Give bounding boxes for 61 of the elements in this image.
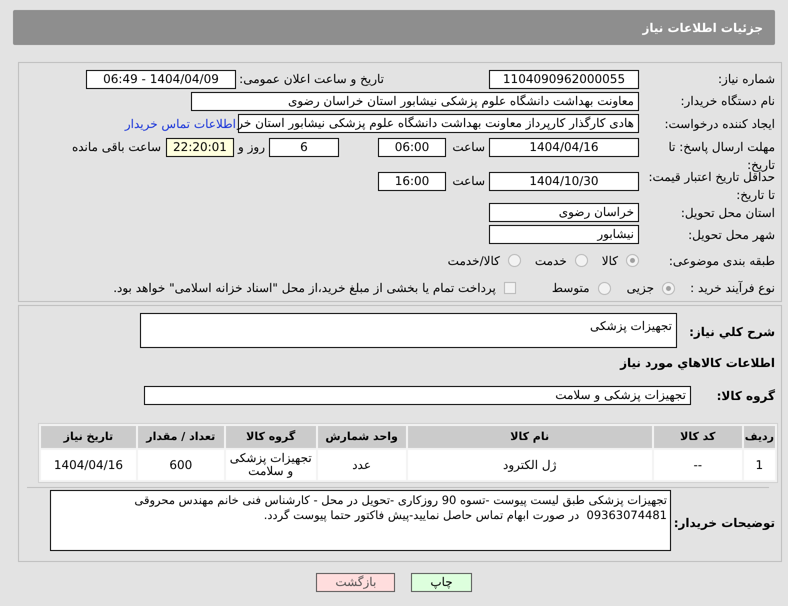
radio-label: خدمت [534,252,567,270]
days-label: روز و [236,138,266,156]
field-label: شهر محل تحویل: [687,226,776,244]
section-title: اطلاعات کالاهاي مورد نياز [618,355,776,372]
column-header: تعداد / مقدار [138,426,224,448]
field-label: مهلت ارسال پاسخ: تا تاریخ: [667,138,776,172]
deadline-time-field[interactable]: 06:00 [378,138,446,157]
buyer-notes-field[interactable]: تجهیزات پزشکی طبق لیست پیوست -تسوه 90 روزکاری -تحویل در محل - کارشناس فنی خانم مهندس محروقی 09363074481 در صورت ابهام تماس حاصل نمایید-پیش فاکتور حتما پیوست گردد. [50,490,671,551]
announce-date-field[interactable]: 1404/04/09 - 06:49 [86,70,236,89]
field-label: طبقه بندی موضوعی: [668,252,776,270]
radio-button[interactable] [662,282,675,295]
deadline-date-field[interactable]: 1404/04/16 [489,138,639,157]
radio-button[interactable] [508,254,521,268]
city-field[interactable]: نیشابور [489,225,639,244]
page-title: جزئیات اطلاعات نیاز [642,20,763,36]
radio-button[interactable] [574,254,588,268]
print-button[interactable]: چاپ [411,573,472,592]
column-header: کد کالا [654,426,742,448]
goods-group-field[interactable]: تجهیزات پزشکی و سلامت [144,386,691,405]
remaining-label: ساعت باقی مانده [72,138,162,156]
field-label: شرح کلي نياز: [688,324,776,341]
remaining-time-field[interactable]: 22:20:01 [166,138,234,157]
days-field[interactable]: 6 [269,138,339,157]
field-label: نوع فرآیند خرید : [689,280,776,298]
radio-button[interactable] [626,254,639,268]
table-cell: -- [654,450,742,480]
field-label: ایجاد کننده درخواست: [663,116,776,132]
radio-label: کالا/خدمت [448,252,500,270]
field-label: استان محل تحویل: [680,204,776,222]
validity-date-field[interactable]: 1404/10/30 [489,172,639,191]
buyer-contact-link[interactable]: اطلاعات تماس خریدار [124,114,236,132]
radio-button[interactable] [598,282,611,295]
time-label: ساعت [451,173,486,190]
field-label: گروه کالا: [716,388,776,404]
field-label: توضیحات خریدار: [672,514,776,532]
radio-label: کالا [602,252,618,270]
table-cell: 1404/04/16 [41,450,136,480]
column-header: نام کالا [408,426,652,448]
back-button[interactable]: بازگشت [316,573,396,592]
column-header: تاریخ نیاز [41,426,136,448]
field-label: تاریخ و ساعت اعلان عمومی: [238,71,385,88]
field-label: شماره نیاز: [717,71,776,88]
description-field[interactable]: تجهیزات پزشکی [140,313,677,348]
table-cell: 1 [744,450,775,480]
validity-time-field[interactable]: 16:00 [378,172,446,191]
column-header: گروه کالا [226,426,316,448]
table-cell: ژل الکترود [408,450,652,480]
need-number-field[interactable]: 1104090962000055 [489,70,639,89]
table-cell: تجهیزات پزشکی و سلامت [226,450,316,480]
province-field[interactable]: خراسان رضوی [489,203,639,222]
column-header: واحد شمارش [318,426,406,448]
payment-note: پرداخت تمام یا بخشی از مبلغ خرید،از محل "اسناد خزانه اسلامی" خواهد بود. [113,280,496,298]
radio-label: متوسط [552,280,590,298]
radio-label: جزیی [626,280,654,298]
table-cell: 600 [138,450,224,480]
column-header: ردیف [744,426,775,448]
buyer-field[interactable]: معاونت بهداشت دانشگاه علوم پزشکی نیشابور استان خراسان رضوی [191,92,639,111]
field-label: نام دستگاه خریدار: [680,93,776,110]
checkbox[interactable] [504,282,516,294]
table-cell: عدد [318,450,406,480]
time-label: ساعت [451,138,486,156]
